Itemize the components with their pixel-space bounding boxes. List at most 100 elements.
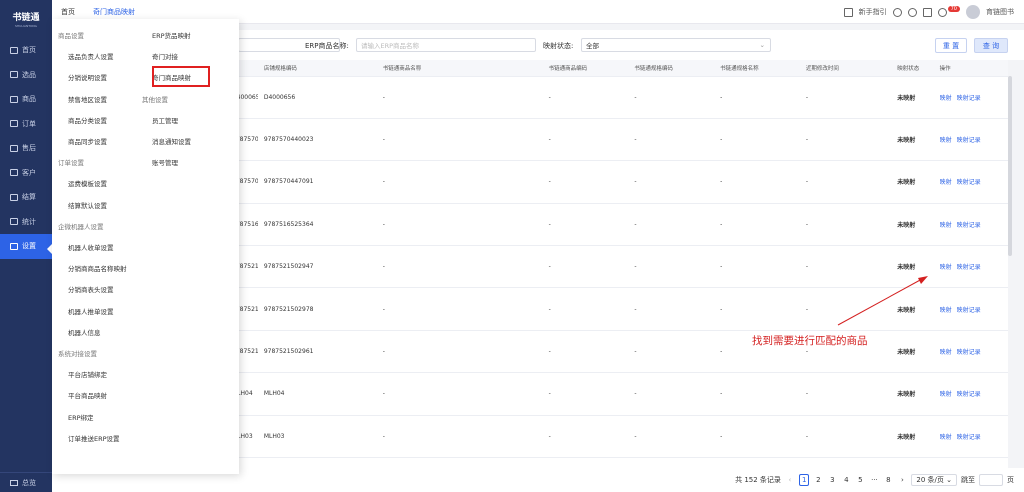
prev-page-icon[interactable]: ‹ bbox=[785, 474, 795, 486]
overview-button[interactable]: 总览 bbox=[0, 472, 52, 492]
menu-item[interactable]: ERP货品映射 bbox=[152, 30, 191, 40]
heart-icon[interactable] bbox=[892, 7, 902, 17]
menu-item[interactable]: 分销商表头设置 bbox=[68, 284, 114, 294]
map-link[interactable]: 映射 bbox=[940, 391, 952, 398]
page-number[interactable]: 1 bbox=[798, 474, 810, 486]
search-button[interactable]: 查 询 bbox=[974, 38, 1008, 53]
menu-section-title: 系统对接设置 bbox=[58, 350, 97, 358]
table-cell: - bbox=[799, 203, 892, 247]
jump-input[interactable] bbox=[979, 474, 1003, 486]
reset-button[interactable]: 重 置 bbox=[935, 38, 967, 53]
map-link[interactable]: 映射 bbox=[940, 222, 952, 229]
menu-item[interactable]: 奇门对接 bbox=[152, 51, 178, 61]
status-select[interactable]: 全部 ⌄ bbox=[581, 38, 771, 52]
map-log-link[interactable]: 映射记录 bbox=[957, 264, 981, 271]
guide-link[interactable]: 新手指引 bbox=[859, 7, 887, 17]
map-log-link[interactable]: 映射记录 bbox=[957, 179, 981, 186]
sidebar-item-0[interactable]: 首页 bbox=[0, 38, 52, 63]
menu-item[interactable]: 机器人信息 bbox=[68, 327, 101, 337]
menu-item[interactable]: 运费模板设置 bbox=[68, 178, 107, 188]
status-cell: 未映射 bbox=[891, 287, 934, 331]
page-number[interactable]: 8 bbox=[883, 474, 893, 486]
menu-item[interactable]: 平台店铺绑定 bbox=[68, 369, 107, 379]
menu-item[interactable]: 机器人推单设置 bbox=[68, 306, 114, 316]
menu-item[interactable]: 选品负责人设置 bbox=[68, 51, 114, 61]
map-link[interactable]: 映射 bbox=[940, 434, 952, 441]
bell-icon[interactable] bbox=[937, 7, 947, 17]
sidebar-item-label: 商品 bbox=[22, 95, 36, 104]
map-log-link[interactable]: 映射记录 bbox=[957, 391, 981, 398]
map-link[interactable]: 映射 bbox=[940, 307, 952, 314]
page-list: 1 2 3 4 5 ··· 8 bbox=[798, 474, 893, 486]
table-cell: - bbox=[628, 203, 715, 247]
menu-item[interactable]: 平台商品映射 bbox=[68, 390, 107, 400]
sidebar-item-7[interactable]: 统计 bbox=[0, 210, 52, 235]
column-header: 书链通商品编码 bbox=[542, 60, 629, 77]
menu-item[interactable]: 禁售地区设置 bbox=[68, 94, 107, 104]
menu-icon bbox=[10, 479, 18, 486]
actions-cell: 映射 映射记录 bbox=[933, 76, 1008, 119]
table-cell: - bbox=[714, 76, 800, 119]
map-log-link[interactable]: 映射记录 bbox=[957, 222, 981, 229]
table-cell: MLH04 bbox=[257, 372, 377, 416]
chevron-down-icon: ⌄ bbox=[759, 41, 765, 49]
menu-item[interactable]: 消息通知设置 bbox=[152, 136, 191, 146]
menu-item[interactable]: 商品分类设置 bbox=[68, 115, 107, 125]
map-link[interactable]: 映射 bbox=[940, 95, 952, 102]
table-cell: - bbox=[376, 372, 543, 416]
sidebar-item-label: 订单 bbox=[22, 119, 36, 128]
menu-item[interactable]: 商品同步设置 bbox=[68, 136, 107, 146]
sidebar-item-2[interactable]: 商品 bbox=[0, 87, 52, 112]
map-log-link[interactable]: 映射记录 bbox=[957, 434, 981, 441]
menu-item[interactable]: 账号管理 bbox=[152, 157, 178, 167]
menu-item[interactable]: 员工管理 bbox=[152, 115, 178, 125]
sidebar-item-4[interactable]: 售后 bbox=[0, 136, 52, 161]
erp-name-input[interactable]: 请输入ERP商品名称 bbox=[356, 38, 536, 52]
map-link[interactable]: 映射 bbox=[940, 179, 952, 186]
sidebar-item-3[interactable]: 订单 bbox=[0, 112, 52, 137]
page-number[interactable]: 2 bbox=[813, 474, 823, 486]
status-cell: 未映射 bbox=[891, 203, 934, 247]
menu-item[interactable]: 订单推送ERP设置 bbox=[68, 433, 120, 443]
doc-icon[interactable] bbox=[922, 7, 932, 17]
table-cell: 9787570447091 bbox=[257, 160, 377, 204]
page-number[interactable]: ··· bbox=[869, 474, 879, 486]
avatar[interactable] bbox=[966, 5, 980, 19]
page-size-select[interactable]: 20 条/页 ⌄ bbox=[911, 474, 957, 486]
map-log-link[interactable]: 映射记录 bbox=[957, 137, 981, 144]
table-cell: - bbox=[799, 245, 892, 289]
menu-item[interactable]: 机器人收单设置 bbox=[68, 242, 114, 252]
table-cell: - bbox=[628, 330, 715, 374]
map-log-link[interactable]: 映射记录 bbox=[957, 349, 981, 356]
user-name[interactable]: 育链图书 bbox=[986, 7, 1014, 17]
sidebar-item-5[interactable]: 客户 bbox=[0, 161, 52, 186]
next-page-icon[interactable]: › bbox=[897, 474, 907, 486]
actions-cell: 映射 映射记录 bbox=[933, 415, 1008, 459]
table-cell: 9787521502961 bbox=[257, 330, 377, 374]
settings-menu: 商品设置 选品负责人设置 分销说明设置 禁售地区设置 商品分类设置 商品同步设置 订单设置运… bbox=[52, 19, 239, 474]
map-log-link[interactable]: 映射记录 bbox=[957, 307, 981, 314]
map-link[interactable]: 映射 bbox=[940, 137, 952, 144]
menu-item[interactable]: 分销说明设置 bbox=[68, 72, 107, 82]
menu-item[interactable]: ERP绑定 bbox=[68, 412, 94, 422]
menu-section-title: 商品设置 bbox=[58, 32, 84, 40]
sidebar-item-8[interactable]: 设置 bbox=[0, 234, 52, 259]
stats-icon bbox=[10, 218, 18, 226]
column-header: 映射状态 bbox=[891, 60, 934, 77]
page-number[interactable]: 4 bbox=[841, 474, 851, 486]
map-link[interactable]: 映射 bbox=[940, 264, 952, 271]
sidebar-item-1[interactable]: 选品 bbox=[0, 63, 52, 88]
sidebar-item-label: 客户 bbox=[22, 168, 36, 177]
sidebar-item-label: 结算 bbox=[22, 193, 36, 202]
page-number[interactable]: 5 bbox=[855, 474, 865, 486]
table-cell: - bbox=[714, 372, 800, 416]
headset-icon[interactable] bbox=[907, 7, 917, 17]
map-link[interactable]: 映射 bbox=[940, 349, 952, 356]
map-log-link[interactable]: 映射记录 bbox=[957, 95, 981, 102]
page-number[interactable]: 3 bbox=[827, 474, 837, 486]
status-cell: 未映射 bbox=[891, 372, 934, 416]
sidebar-item-6[interactable]: 结算 bbox=[0, 185, 52, 210]
table-scrollbar[interactable] bbox=[1008, 76, 1012, 256]
menu-item[interactable]: 结算默认设置 bbox=[68, 200, 107, 210]
menu-item[interactable]: 分销商商品名称映射 bbox=[68, 263, 127, 273]
